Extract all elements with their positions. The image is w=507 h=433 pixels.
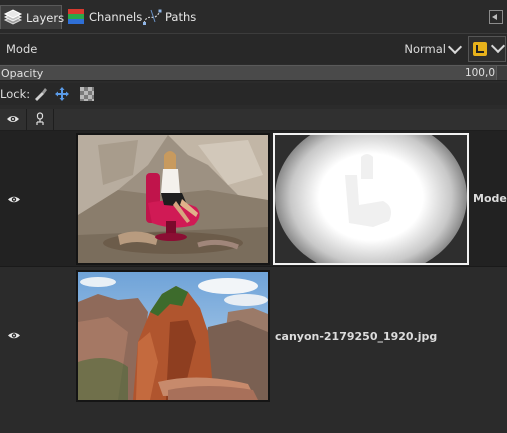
tab-layers[interactable]: Layers [0, 5, 65, 29]
channels-icon [66, 8, 86, 26]
opacity-label: Opacity [1, 67, 44, 80]
opacity-value[interactable]: 100,0 [465, 67, 495, 79]
tab-paths-label: Paths [165, 10, 197, 24]
layer-name[interactable]: Model [473, 192, 507, 205]
opacity-slider[interactable]: Opacity 100,0 [0, 65, 507, 81]
dock-tab-bar: Layers Channels Paths [0, 0, 507, 34]
mode-label: Mode [6, 42, 38, 56]
tab-layers-label: Layers [26, 10, 65, 25]
mode-select[interactable]: Normal [396, 36, 466, 62]
tab-channels[interactable]: Channels [64, 5, 142, 29]
composite-mode-button[interactable] [468, 36, 506, 62]
paths-icon [142, 8, 162, 26]
chain-column-header[interactable] [27, 109, 54, 131]
lock-position-icon[interactable] [54, 86, 70, 102]
mode-value: Normal [404, 42, 446, 56]
layer-name[interactable]: canyon-2179250_1920.jpg [275, 330, 437, 343]
layers-list-header [0, 109, 507, 131]
chain-header-icon [35, 111, 45, 129]
layer-thumbnail[interactable] [76, 270, 270, 402]
layer-row-canyon[interactable]: canyon-2179250_1920.jpg [0, 266, 507, 405]
layer-row-model[interactable]: Model [0, 131, 507, 266]
chevron-down-icon [490, 38, 506, 54]
layers-list-empty-area [0, 404, 507, 433]
layer-mask-thumbnail[interactable] [273, 133, 469, 265]
lock-row: Lock: [0, 83, 507, 105]
tab-channels-label: Channels [89, 10, 143, 24]
eye-icon [7, 330, 21, 339]
layer-thumbnail[interactable] [76, 133, 270, 265]
lock-pixels-icon[interactable] [32, 86, 48, 102]
layer-visibility-toggle[interactable] [0, 267, 28, 405]
composite-mode-icon [473, 42, 487, 56]
lock-label: Lock: [0, 87, 31, 101]
chevron-down-icon [447, 39, 463, 55]
layers-icon [3, 8, 23, 27]
dock-menu-button[interactable] [489, 10, 503, 24]
layer-visibility-toggle[interactable] [0, 131, 28, 266]
eye-icon [7, 194, 21, 203]
visibility-header-icon [6, 114, 20, 127]
visibility-column-header[interactable] [0, 109, 27, 131]
lock-alpha-icon[interactable] [79, 86, 95, 102]
tab-paths[interactable]: Paths [140, 5, 196, 29]
opacity-spin-button[interactable] [496, 66, 507, 80]
